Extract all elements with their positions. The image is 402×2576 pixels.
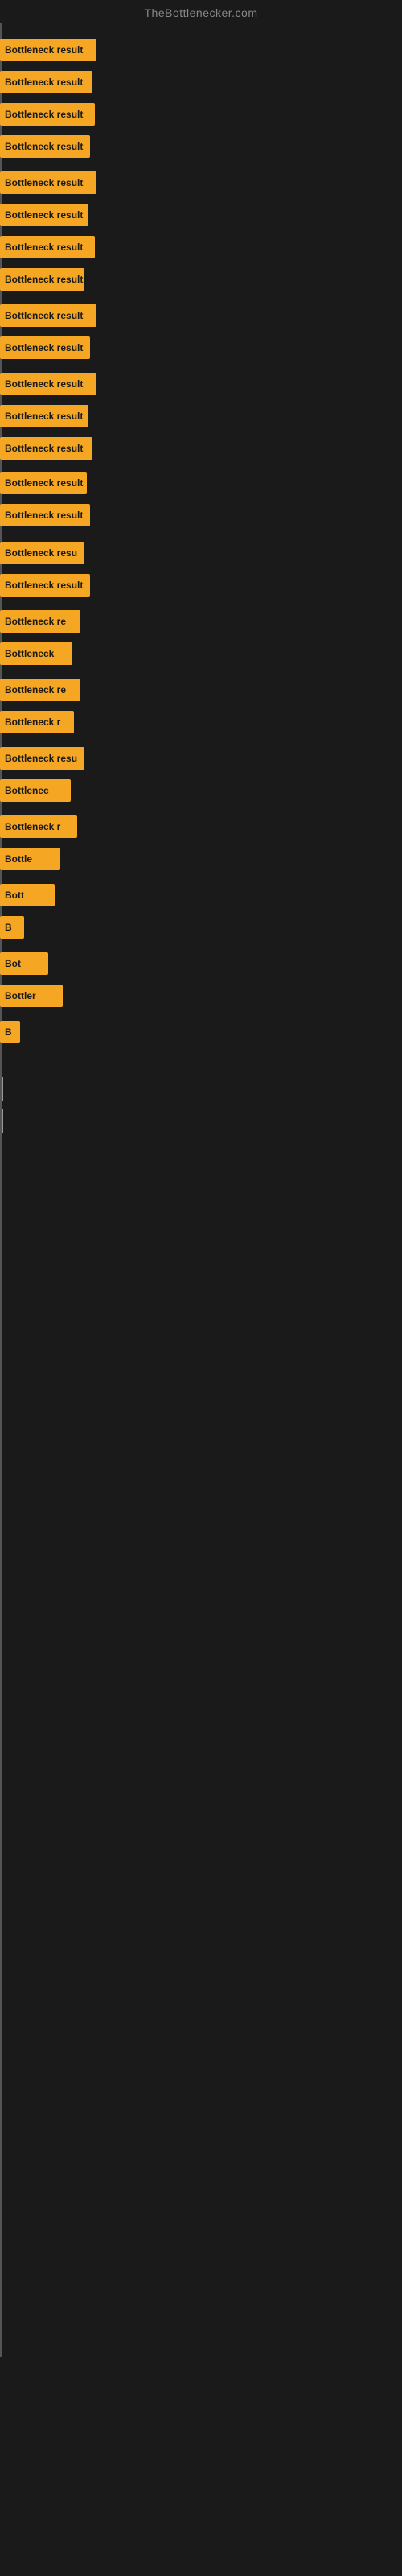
bar-item: Bottleneck result	[0, 71, 92, 93]
bar-label: Bottleneck result	[5, 443, 83, 454]
bar-item: Bottleneck r	[0, 711, 74, 733]
bar-label: B	[5, 1026, 12, 1038]
bar-label: Bottleneck resu	[5, 547, 77, 559]
cursor-line	[2, 1077, 3, 1101]
bar-label: Bottleneck result	[5, 477, 83, 489]
bar-label: Bott	[5, 890, 24, 901]
bar-item: Bottleneck result	[0, 373, 96, 395]
bar-label: Bottlenec	[5, 785, 49, 796]
bar-item: Bottleneck r	[0, 815, 77, 838]
bar-label: Bottleneck r	[5, 716, 60, 728]
site-title: TheBottlenecker.com	[0, 0, 402, 23]
bar-item: Bottleneck result	[0, 504, 90, 526]
bar-item: Bottleneck result	[0, 472, 87, 494]
bar-label: Bottleneck	[5, 648, 54, 659]
bar-item: Bottleneck result	[0, 204, 88, 226]
bar-item: Bottleneck resu	[0, 542, 84, 564]
bar-item: Bottleneck result	[0, 135, 90, 158]
bar-label: Bottleneck result	[5, 109, 83, 120]
bar-item: Bot	[0, 952, 48, 975]
bar-label: Bot	[5, 958, 21, 969]
bar-item: B	[0, 1021, 20, 1043]
bar-label: Bottleneck r	[5, 821, 60, 832]
bar-item: Bottleneck resu	[0, 747, 84, 770]
bar-item: Bottle	[0, 848, 60, 870]
bar-item: Bottleneck result	[0, 574, 90, 597]
bar-label: Bottleneck result	[5, 141, 83, 152]
bar-label: Bottleneck result	[5, 274, 83, 285]
bar-item: Bottleneck result	[0, 304, 96, 327]
bar-item: Bottleneck re	[0, 610, 80, 633]
bar-label: Bottleneck result	[5, 242, 83, 253]
bar-item: Bottleneck re	[0, 679, 80, 701]
bar-label: Bottleneck result	[5, 342, 83, 353]
bar-item: Bottler	[0, 985, 63, 1007]
bar-label: Bottleneck result	[5, 177, 83, 188]
bar-label: Bottleneck result	[5, 76, 83, 88]
bar-label: Bottleneck result	[5, 378, 83, 390]
bar-item: Bottleneck result	[0, 236, 95, 258]
bar-item: Bottleneck result	[0, 103, 95, 126]
bar-label: Bottleneck result	[5, 510, 83, 521]
bar-label: Bottleneck re	[5, 616, 66, 627]
chart-area: Bottleneck result Bottleneck result Bottle…	[0, 23, 402, 2518]
bar-label: Bottleneck result	[5, 44, 83, 56]
bar-item: Bottleneck	[0, 642, 72, 665]
bar-item: Bottlenec	[0, 779, 71, 802]
bar-item: Bottleneck result	[0, 405, 88, 427]
bar-item: Bott	[0, 884, 55, 906]
bar-label: B	[5, 922, 12, 933]
bar-label: Bottleneck re	[5, 684, 66, 696]
site-header: TheBottlenecker.com	[0, 0, 402, 23]
bar-item: Bottleneck result	[0, 268, 84, 291]
bar-label: Bottleneck result	[5, 209, 83, 221]
bar-label: Bottleneck resu	[5, 753, 77, 764]
bar-item: Bottleneck result	[0, 171, 96, 194]
bar-label: Bottleneck result	[5, 411, 83, 422]
bar-item: Bottleneck result	[0, 437, 92, 460]
bar-item: Bottleneck result	[0, 336, 90, 359]
bar-item: Bottleneck result	[0, 39, 96, 61]
bar-item: B	[0, 916, 24, 939]
bar-label: Bottler	[5, 990, 36, 1001]
bar-label: Bottleneck result	[5, 580, 83, 591]
cursor-line	[2, 1109, 3, 1133]
bar-label: Bottleneck result	[5, 310, 83, 321]
bar-label: Bottle	[5, 853, 32, 865]
